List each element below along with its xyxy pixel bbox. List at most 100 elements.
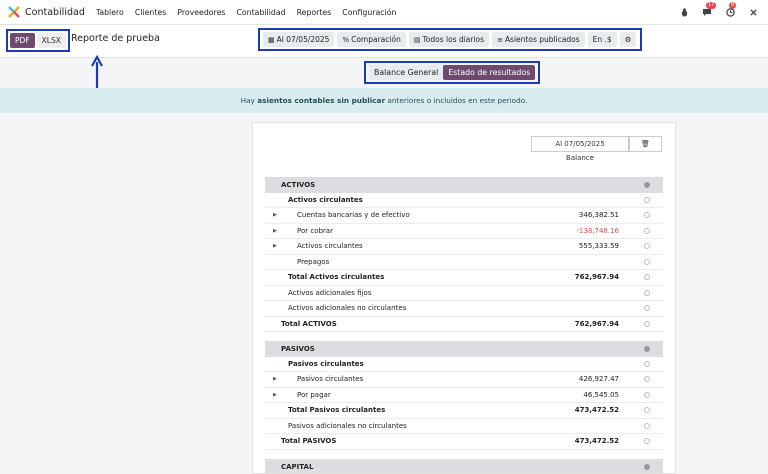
report-row[interactable]: ▶ Por cobrar -138,748.16 — [265, 224, 663, 239]
tab-balance-general[interactable]: Balance General — [369, 65, 444, 80]
row-value: 762,967.94 — [574, 319, 619, 328]
caret-right-icon[interactable]: ▶ — [273, 392, 277, 398]
clock-icon[interactable]: 8 — [723, 2, 737, 19]
balance-report: Al 07/05/2025 🗑 Balance ACTIVOS Activos … — [252, 122, 676, 474]
report-title: Reporte de prueba — [71, 33, 160, 44]
report-row[interactable]: Activos circulantes — [265, 193, 663, 208]
row-action-icon[interactable] — [644, 422, 650, 429]
row-action-icon[interactable] — [644, 376, 650, 383]
row-action-icon[interactable] — [644, 181, 650, 188]
row-action-icon[interactable] — [644, 360, 650, 367]
date-filter-button[interactable]: ▦ Al 07/05/2025 — [263, 32, 335, 47]
row-label: Activos adicionales no circulantes — [288, 304, 407, 313]
row-action-icon[interactable] — [644, 463, 650, 470]
top-navbar: Contabilidad Tablero Clientes Proveedore… — [0, 0, 768, 25]
journals-filter-button[interactable]: ▤ Todos los diarios — [408, 32, 490, 47]
menu-item-reportes[interactable]: Reportes — [297, 8, 332, 17]
xlsx-button[interactable]: XLSX — [36, 33, 66, 48]
row-label: Activos adicionales fijos — [288, 288, 372, 297]
menu-item-proveedores[interactable]: Proveedores — [177, 8, 225, 17]
row-label: Prepagos — [297, 257, 330, 266]
caret-right-icon[interactable]: ▶ — [273, 212, 277, 218]
caret-right-icon[interactable]: ▶ — [273, 228, 277, 234]
app-logo-icon[interactable] — [8, 6, 20, 18]
report-row[interactable]: ▶ Cuentas bancarias y de efectivo 346,38… — [265, 208, 663, 224]
report-row[interactable]: Pasivos circulantes — [265, 357, 663, 372]
report-row[interactable]: ▶ Por pagar 46,545.05 — [265, 388, 663, 403]
row-label: Cuentas bancarias y de efectivo — [297, 211, 410, 220]
report-row[interactable]: Activos adicionales fijos — [265, 286, 663, 301]
row-action-icon[interactable] — [644, 345, 650, 352]
row-label: Total PASIVOS — [281, 437, 337, 446]
report-row[interactable]: ▶ Pasivos circulantes 426,927.47 — [265, 372, 663, 388]
row-action-icon[interactable] — [644, 274, 650, 281]
tab-estado-resultados[interactable]: Estado de resultados — [443, 65, 536, 80]
gears-icon: ⚙ — [624, 35, 632, 44]
comparison-filter-button[interactable]: % Comparación — [337, 32, 406, 47]
row-value: 473,472.52 — [574, 406, 619, 415]
pdf-button[interactable]: PDF — [10, 33, 35, 48]
banner-link[interactable]: asientos contables sin publicar — [257, 96, 385, 105]
report-row-activos[interactable]: ACTIVOS — [265, 177, 663, 193]
report-row[interactable]: ▶ Activos circulantes 555,333.59 — [265, 239, 663, 255]
report-row-grand-total[interactable]: Total ACTIVOS 762,967.94 — [265, 317, 663, 332]
filters-annotation: ▦ Al 07/05/2025 % Comparación ▤ Todos lo… — [258, 28, 642, 51]
row-action-icon[interactable] — [644, 305, 650, 312]
caret-right-icon[interactable]: ▶ — [273, 243, 277, 249]
report-row-grand-total[interactable]: Total PASIVOS 473,472.52 — [265, 434, 663, 450]
activity-badge: 8 — [729, 2, 737, 9]
chat-badge: 17 — [706, 2, 717, 9]
row-value[interactable]: 555,333.59 — [579, 242, 619, 250]
menu-item-contabilidad[interactable]: Contabilidad — [236, 8, 285, 17]
book-icon: ▤ — [413, 35, 421, 44]
row-label: ACTIVOS — [281, 180, 316, 189]
report-row[interactable]: Prepagos — [265, 255, 663, 270]
row-action-icon[interactable] — [644, 391, 650, 398]
comparison-filter-label: Comparación — [351, 35, 401, 44]
currency-filter-label: En .$ — [592, 35, 612, 44]
menu-item-clientes[interactable]: Clientes — [135, 8, 166, 17]
chat-icon[interactable]: 17 — [700, 2, 717, 19]
row-action-icon[interactable] — [644, 227, 650, 234]
row-label: Pasivos circulantes — [297, 375, 364, 384]
row-action-icon[interactable] — [644, 258, 650, 265]
settings-tool-icon[interactable] — [746, 5, 760, 19]
row-label: Total Activos circulantes — [288, 273, 385, 282]
currency-filter-button[interactable]: En .$ — [587, 32, 617, 47]
row-action-icon[interactable] — [644, 407, 650, 414]
row-action-icon[interactable] — [644, 212, 650, 219]
row-value[interactable]: 46,545.05 — [583, 391, 619, 399]
row-value[interactable]: 426,927.47 — [579, 375, 619, 383]
options-button[interactable]: ⚙ — [619, 32, 637, 47]
row-action-icon[interactable] — [644, 320, 650, 327]
row-label: Activos circulantes — [288, 195, 363, 204]
banner-text-post: anteriores o incluidos en este periodo. — [387, 96, 528, 105]
menu-item-configuracion[interactable]: Configuración — [342, 8, 396, 17]
bug-icon[interactable] — [677, 5, 691, 19]
menu-item-tablero[interactable]: Tablero — [96, 8, 124, 17]
row-action-icon[interactable] — [644, 289, 650, 296]
report-row[interactable]: Activos adicionales no circulantes — [265, 301, 663, 317]
row-label: CAPITAL — [281, 462, 314, 471]
row-label: Activos circulantes — [297, 242, 363, 251]
row-label: PASIVOS — [281, 344, 315, 353]
report-row-capital[interactable]: CAPITAL — [265, 459, 663, 473]
report-row-total[interactable]: Total Activos circulantes 762,967.94 — [265, 270, 663, 286]
calendar-icon: ▦ — [268, 35, 275, 44]
app-title[interactable]: Contabilidad — [25, 7, 85, 18]
caret-right-icon[interactable]: ▶ — [273, 376, 277, 382]
column-date-header[interactable]: Al 07/05/2025 — [531, 136, 629, 152]
row-value[interactable]: -138,748.16 — [576, 227, 619, 235]
report-row[interactable]: Pasivos adicionales no circulantes — [265, 419, 663, 434]
row-action-icon[interactable] — [644, 243, 650, 250]
entries-filter-button[interactable]: ≡ Asientos publicados — [492, 32, 585, 47]
report-row-pasivos[interactable]: PASIVOS — [265, 341, 663, 357]
row-action-icon[interactable] — [644, 438, 650, 445]
trash-icon: 🗑 — [641, 140, 650, 148]
column-options-button[interactable]: 🗑 — [629, 136, 662, 152]
report-row-total[interactable]: Total Pasivos circulantes 473,472.52 — [265, 403, 663, 419]
row-value[interactable]: 346,382.51 — [579, 211, 619, 219]
navbar-tray: 17 8 — [668, 2, 760, 19]
row-label: Pasivos adicionales no circulantes — [288, 421, 407, 430]
row-action-icon[interactable] — [644, 196, 650, 203]
